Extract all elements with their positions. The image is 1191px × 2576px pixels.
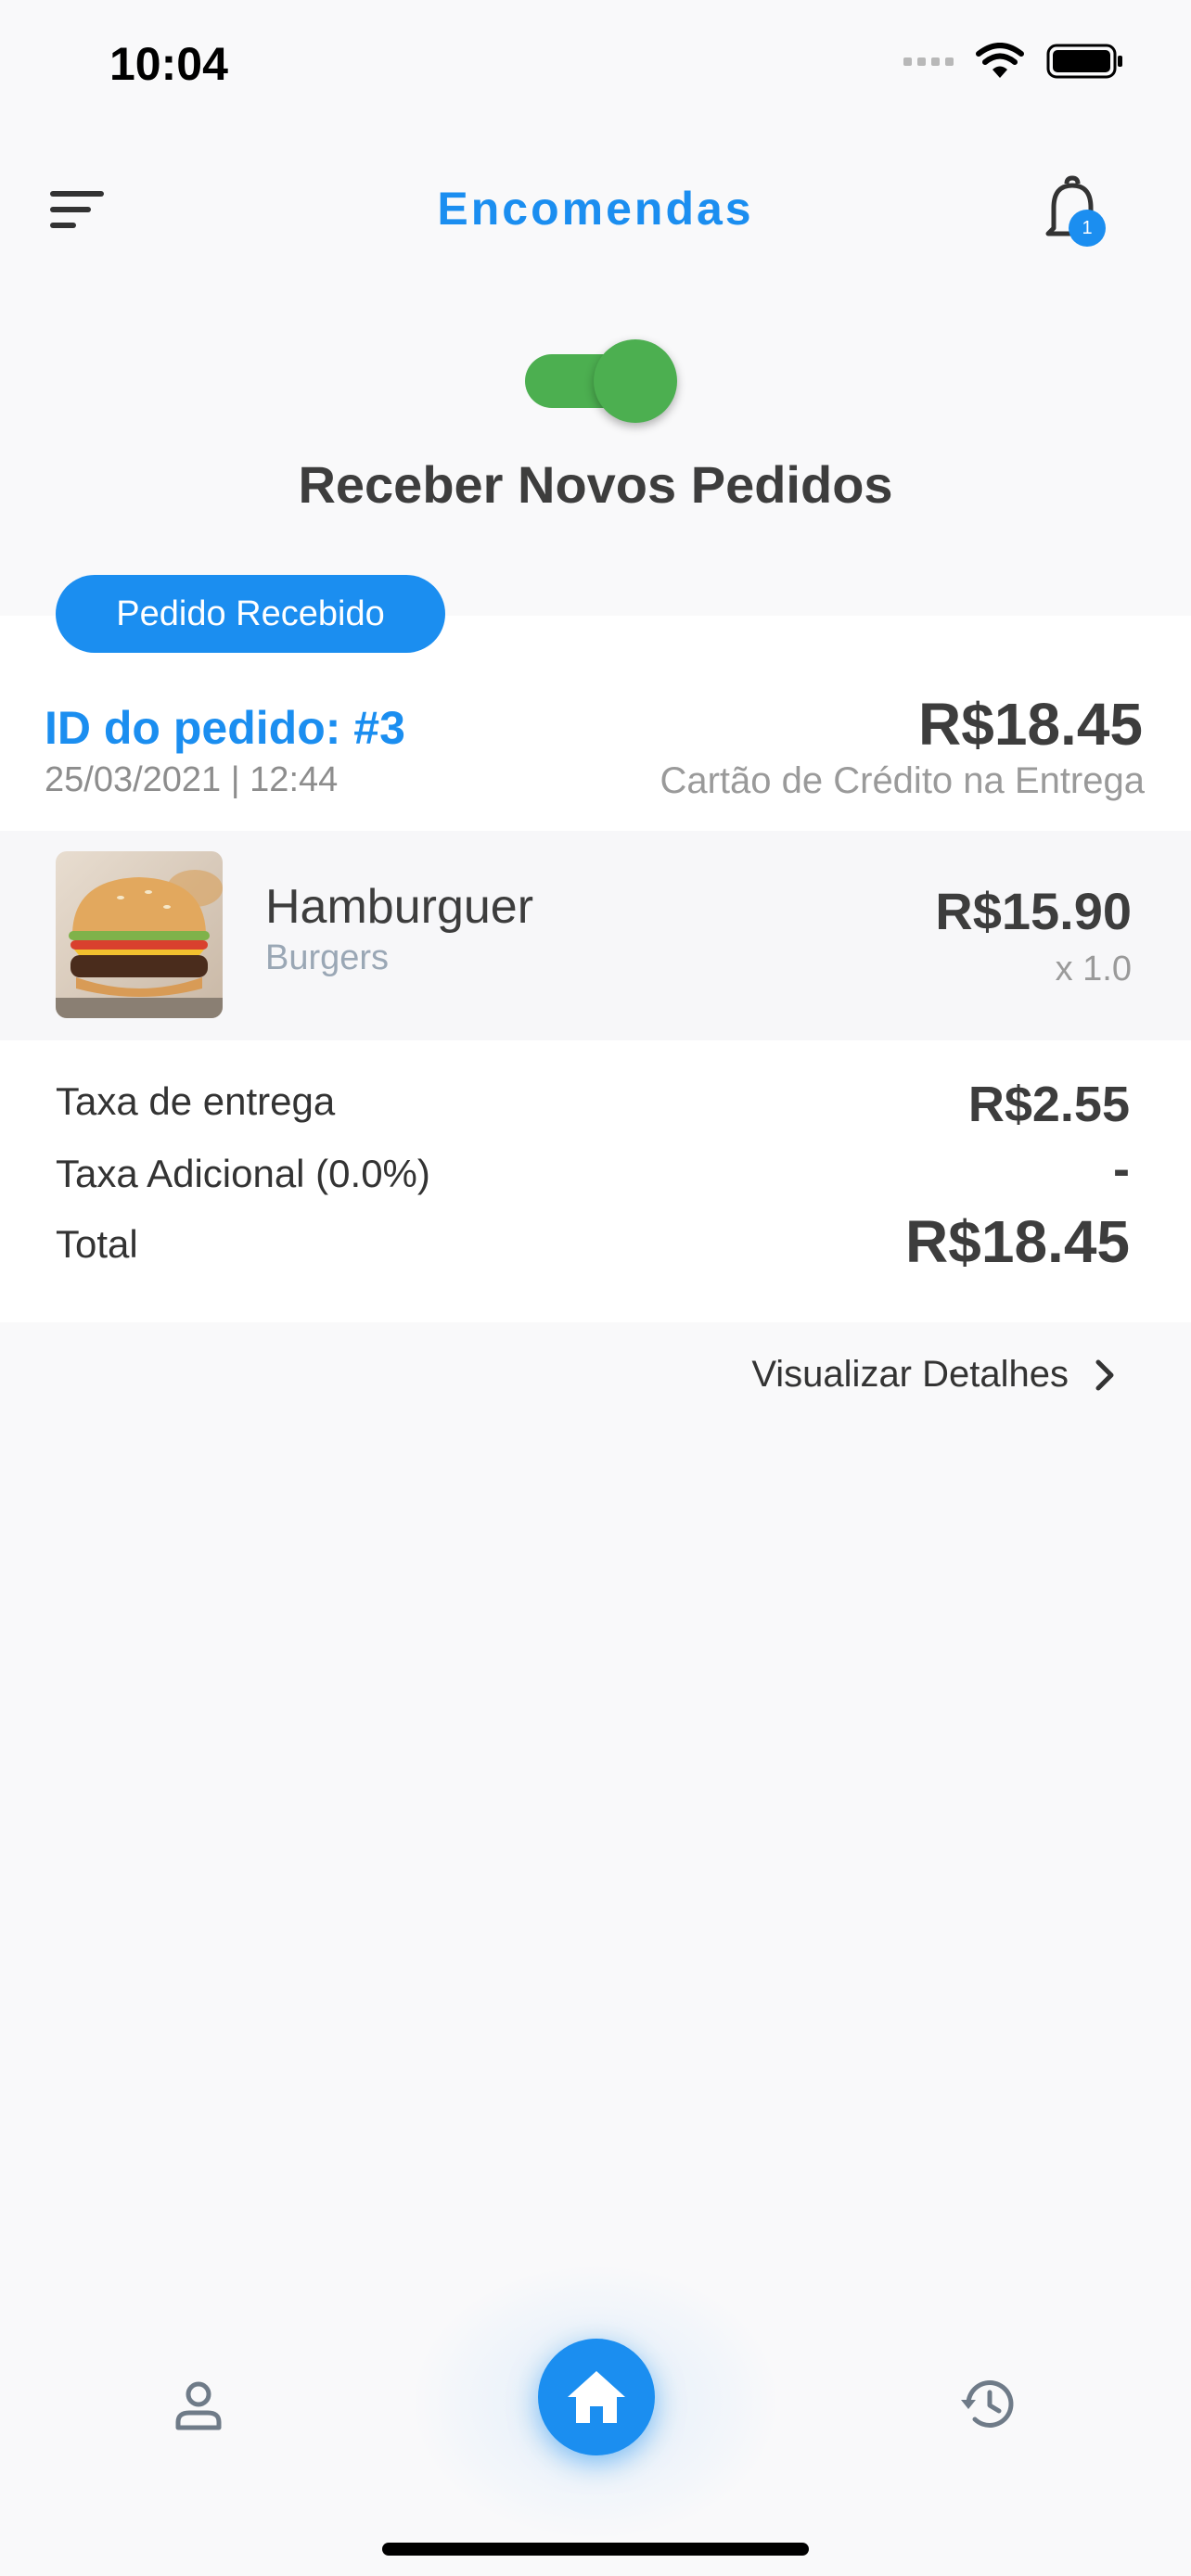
app-screen: 10:04 Encomendas 1 Receber Novos Pedidos… (0, 0, 1191, 2576)
order-status-badge: Pedido Recebido (56, 575, 445, 653)
item-category: Burgers (265, 938, 390, 977)
view-details-link[interactable]: Visualizar Detalhes (751, 1354, 1117, 1396)
chevron-right-icon (1095, 1359, 1114, 1390)
additional-fee-label: Taxa Adicional (0.0%) (56, 1152, 430, 1195)
item-price: R$15.90 (935, 882, 1132, 940)
home-indicator (382, 2543, 809, 2556)
order-item-row: Hamburguer Burgers R$15.90 x 1.0 (0, 831, 1191, 1040)
toggle-knob (594, 339, 677, 423)
receive-orders-toggle[interactable] (525, 339, 677, 423)
profile-tab[interactable] (173, 2379, 224, 2436)
delivery-fee-label: Taxa de entrega (56, 1079, 336, 1123)
order-total: R$18.45 (918, 691, 1143, 758)
order-id: ID do pedido: #3 (45, 702, 405, 754)
home-button[interactable] (538, 2339, 655, 2455)
wifi-icon (976, 43, 1024, 78)
total-value: R$18.45 (905, 1208, 1130, 1275)
burger-image (56, 851, 223, 1018)
additional-fee-value: - (1113, 1141, 1130, 1197)
home-icon (568, 2371, 625, 2423)
status-icons (903, 43, 1124, 80)
receive-orders-label: Receber Novos Pedidos (298, 455, 893, 514)
order-datetime: 25/03/2021 | 12:44 (45, 760, 339, 799)
history-icon (961, 2379, 1014, 2428)
cellular-signal-icon (903, 57, 954, 66)
view-details-label: Visualizar Detalhes (751, 1354, 1069, 1395)
battery-icon (1046, 44, 1122, 79)
item-name: Hamburguer (265, 880, 534, 934)
item-quantity: x 1.0 (1055, 950, 1132, 988)
delivery-fee-value: R$2.55 (967, 1077, 1130, 1132)
user-icon (175, 2381, 222, 2430)
page-title: Encomendas (437, 183, 754, 235)
notification-badge: 1 (1069, 210, 1106, 247)
payment-method: Cartão de Crédito na Entrega (660, 760, 1145, 801)
total-label: Total (56, 1222, 138, 1266)
history-tab[interactable] (959, 2374, 1020, 2440)
status-time: 10:04 (109, 38, 228, 90)
